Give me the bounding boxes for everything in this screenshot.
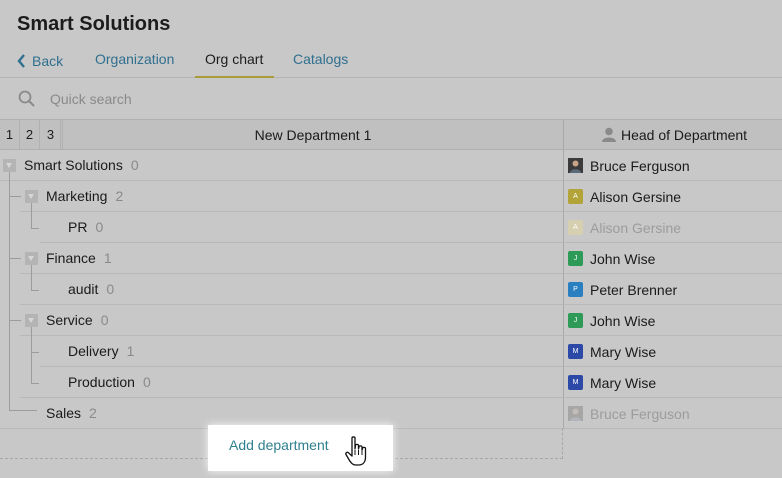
- avatar: J: [568, 313, 583, 328]
- table-row[interactable]: Smart Solutions 0 Bruce Ferguson: [0, 150, 782, 181]
- head-cell[interactable]: J John Wise: [568, 305, 655, 336]
- head-name: Mary Wise: [590, 343, 657, 360]
- table-header: 1 2 3 New Department 1 Head of Departmen…: [0, 119, 782, 150]
- tree-line: [9, 320, 21, 321]
- employee-count: 0: [100, 312, 109, 328]
- back-button[interactable]: Back: [17, 44, 63, 78]
- head-name: John Wise: [590, 250, 656, 267]
- collapse-toggle[interactable]: [3, 159, 16, 172]
- tab-org-chart[interactable]: Org chart: [195, 44, 274, 78]
- employee-count: 0: [106, 281, 115, 297]
- tab-catalogs[interactable]: Catalogs: [293, 44, 348, 78]
- employee-count: 0: [95, 219, 104, 235]
- avatar: M: [568, 344, 583, 359]
- table-row[interactable]: Delivery 1 M Mary Wise: [0, 336, 782, 367]
- head-cell[interactable]: M Mary Wise: [568, 336, 656, 367]
- avatar: J: [568, 251, 583, 266]
- tree-line: [31, 203, 32, 228]
- head-name: Peter Brenner: [590, 281, 678, 298]
- dept-column-header[interactable]: New Department 1: [62, 120, 563, 150]
- head-name: Alison Gersine: [590, 219, 682, 236]
- dept-name[interactable]: audit 0: [68, 274, 114, 305]
- head-name: John Wise: [590, 312, 656, 329]
- avatar: [568, 406, 583, 421]
- chevron-left-icon: [17, 54, 25, 68]
- head-cell[interactable]: M Mary Wise: [568, 367, 656, 398]
- head-cell[interactable]: Bruce Ferguson: [568, 150, 690, 181]
- collapse-toggle[interactable]: [25, 190, 38, 203]
- collapse-toggle[interactable]: [25, 252, 38, 265]
- head-cell[interactable]: A Alison Gersine: [568, 212, 681, 243]
- collapse-toggle[interactable]: [25, 314, 38, 327]
- employee-count: 1: [103, 250, 112, 266]
- employee-count: 0: [142, 374, 151, 390]
- tree-line: [9, 172, 10, 410]
- level-3-button[interactable]: 3: [41, 120, 61, 150]
- avatar: P: [568, 282, 583, 297]
- tree-line: [31, 228, 39, 229]
- table-row[interactable]: Service 0 J John Wise: [0, 305, 782, 336]
- dept-name[interactable]: Sales 2: [46, 398, 97, 429]
- tree-line: [31, 352, 39, 353]
- avatar: A: [568, 189, 583, 204]
- tab-organization[interactable]: Organization: [95, 44, 174, 78]
- table-row[interactable]: Finance 1 J John Wise: [0, 243, 782, 274]
- employee-count: 0: [130, 157, 139, 173]
- table-row[interactable]: Marketing 2 A Alison Gersine: [0, 181, 782, 212]
- employee-count: 2: [89, 405, 97, 421]
- level-1-button[interactable]: 1: [0, 120, 20, 150]
- head-cell[interactable]: P Peter Brenner: [568, 274, 677, 305]
- add-department-link[interactable]: Add department: [229, 437, 329, 453]
- head-cell[interactable]: J John Wise: [568, 243, 655, 274]
- tree-line: [9, 196, 21, 197]
- tree-line: [9, 410, 37, 411]
- avatar: M: [568, 375, 583, 390]
- head-column-header[interactable]: Head of Department: [563, 120, 782, 150]
- back-label: Back: [32, 53, 64, 69]
- dept-name[interactable]: Marketing 2: [46, 181, 123, 212]
- search-bar: [0, 79, 782, 119]
- head-name: Mary Wise: [590, 374, 657, 391]
- head-cell[interactable]: A Alison Gersine: [568, 181, 681, 212]
- head-name: Bruce Ferguson: [590, 405, 690, 422]
- tree-line: [31, 327, 32, 383]
- dept-name[interactable]: Delivery 1: [68, 336, 134, 367]
- tree-line: [9, 258, 21, 259]
- table-row[interactable]: Production 0 M Mary Wise: [0, 367, 782, 398]
- app-header: Smart Solutions Back Organization Org ch…: [0, 0, 782, 78]
- search-input[interactable]: [50, 87, 350, 111]
- head-column-label: Head of Department: [621, 127, 748, 143]
- app-title: Smart Solutions: [17, 13, 171, 35]
- head-name: Alison Gersine: [590, 188, 682, 205]
- table-row[interactable]: audit 0 P Peter Brenner: [0, 274, 782, 305]
- tree-line: [31, 383, 39, 384]
- head-cell[interactable]: Bruce Ferguson: [568, 398, 690, 429]
- employee-count: 1: [126, 343, 135, 359]
- dept-name[interactable]: Finance 1: [46, 243, 112, 274]
- head-name: Bruce Ferguson: [590, 157, 690, 174]
- user-icon: [602, 127, 616, 142]
- avatar: [568, 158, 583, 173]
- search-icon[interactable]: [18, 90, 36, 108]
- dept-name[interactable]: Smart Solutions 0: [24, 150, 139, 181]
- dept-name[interactable]: PR 0: [68, 212, 103, 243]
- hand-cursor-icon: [345, 436, 367, 466]
- level-2-button[interactable]: 2: [20, 120, 40, 150]
- tree-line: [31, 290, 39, 291]
- dept-name[interactable]: Production 0: [68, 367, 151, 398]
- avatar: A: [568, 220, 583, 235]
- employee-count: 2: [115, 188, 124, 204]
- tree-line: [31, 265, 32, 290]
- dept-name[interactable]: Service 0: [46, 305, 108, 336]
- table-row[interactable]: PR 0 A Alison Gersine: [0, 212, 782, 243]
